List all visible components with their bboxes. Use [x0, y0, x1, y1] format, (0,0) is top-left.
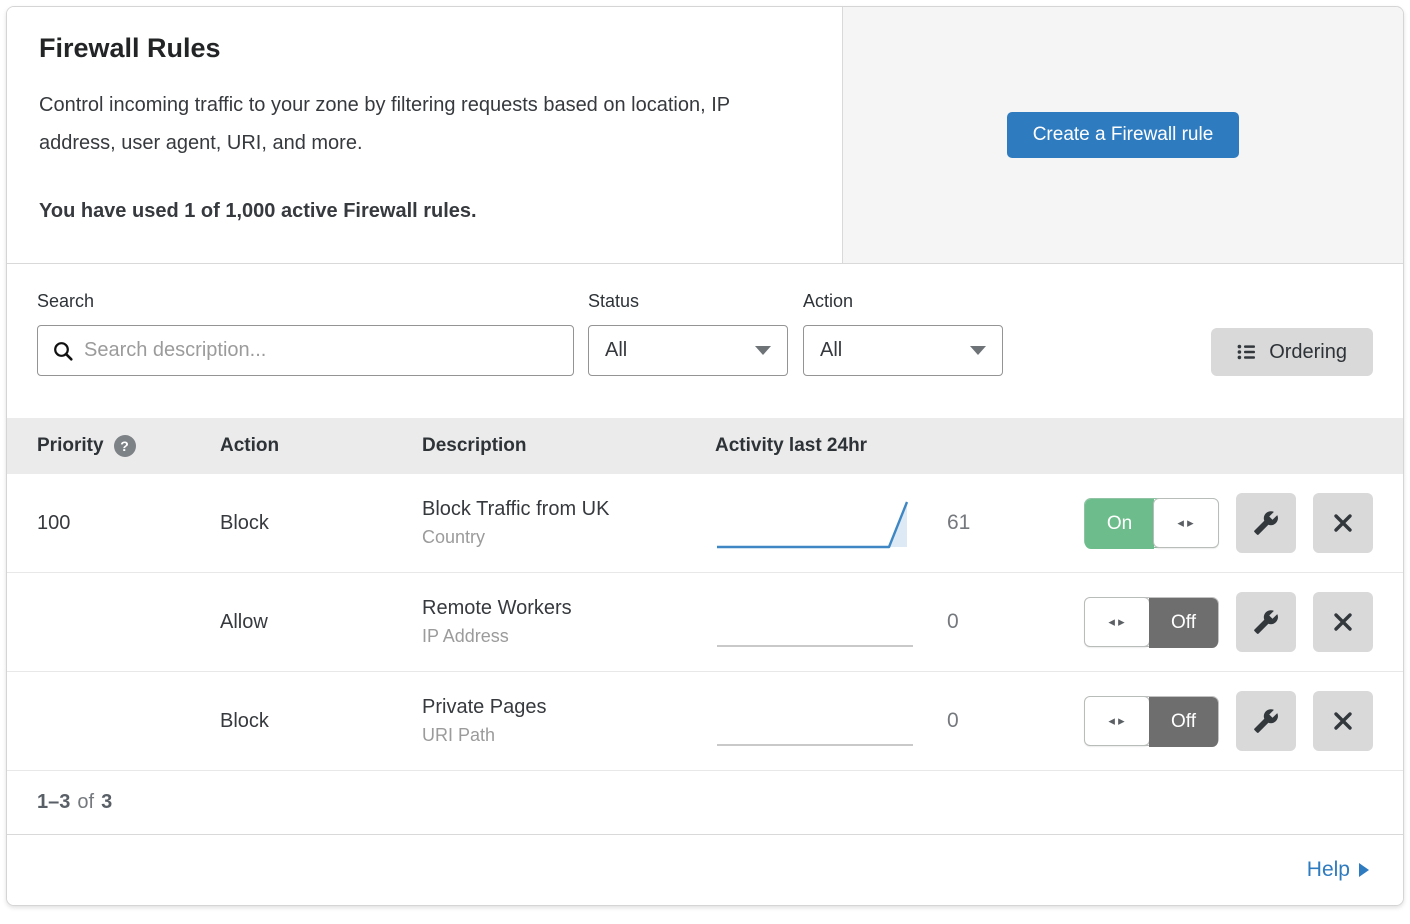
rule-activity-cell: 61 On ◂ ▸	[715, 493, 1373, 553]
rule-description-cell: Remote Workers IP Address	[422, 597, 715, 647]
rule-enabled-toggle[interactable]: On ◂ ▸	[1084, 498, 1219, 548]
rule-description: Remote Workers	[422, 597, 715, 620]
pagination-of-label: of	[77, 791, 94, 814]
list-ordering-icon	[1237, 343, 1257, 361]
toggle-state-label: Off	[1149, 598, 1218, 648]
column-action: Action	[220, 435, 422, 457]
status-select[interactable]: All	[588, 325, 788, 376]
rule-controls: ◂ ▸ Off	[1084, 592, 1373, 652]
action-label: Action	[803, 291, 1003, 312]
filter-bar: Search Status All Action All	[7, 264, 1403, 418]
rule-enabled-toggle[interactable]: ◂ ▸ Off	[1084, 597, 1219, 647]
rule-description-cell: Private Pages URI Path	[422, 696, 715, 746]
delete-rule-button[interactable]	[1313, 691, 1373, 751]
toggle-handle-icon: ◂ ▸	[1153, 498, 1219, 548]
page-title: Firewall Rules	[39, 33, 810, 64]
wrench-icon	[1253, 609, 1279, 635]
header-section: Firewall Rules Control incoming traffic …	[7, 7, 1403, 264]
chevron-right-icon	[1359, 863, 1369, 877]
toggle-state-label: On	[1085, 499, 1154, 549]
usage-note: You have used 1 of 1,000 active Firewall…	[39, 200, 810, 223]
activity-sparkline	[715, 692, 915, 750]
close-icon	[1331, 709, 1355, 733]
rule-match-type: Country	[422, 527, 715, 548]
rule-priority: 100	[37, 512, 220, 535]
chevron-down-icon	[970, 346, 986, 355]
status-label: Status	[588, 291, 788, 312]
create-firewall-rule-button[interactable]: Create a Firewall rule	[1007, 112, 1240, 158]
action-selected-value: All	[820, 339, 842, 362]
firewall-rules-card: Firewall Rules Control incoming traffic …	[6, 6, 1404, 906]
table-row: Block Private Pages URI Path 0 ◂ ▸ Off	[7, 672, 1403, 771]
search-input[interactable]	[84, 339, 559, 362]
pagination-bar: 1–3 of 3	[7, 771, 1403, 835]
rule-match-type: URI Path	[422, 725, 715, 746]
chevron-down-icon	[755, 346, 771, 355]
rule-action: Block	[220, 710, 422, 733]
ordering-button-label: Ordering	[1269, 341, 1347, 364]
action-select[interactable]: All	[803, 325, 1003, 376]
activity-sparkline	[715, 494, 915, 552]
rule-match-type: IP Address	[422, 626, 715, 647]
delete-rule-button[interactable]	[1313, 493, 1373, 553]
column-description: Description	[422, 435, 715, 457]
close-icon	[1331, 610, 1355, 634]
search-label: Search	[37, 291, 574, 312]
rule-enabled-toggle[interactable]: ◂ ▸ Off	[1084, 696, 1219, 746]
table-row: Allow Remote Workers IP Address 0 ◂ ▸ Of…	[7, 573, 1403, 672]
search-group: Search	[37, 291, 574, 376]
rule-controls: On ◂ ▸	[1084, 493, 1373, 553]
ordering-button[interactable]: Ordering	[1211, 328, 1373, 376]
edit-rule-button[interactable]	[1236, 592, 1296, 652]
rule-action: Allow	[220, 611, 422, 634]
activity-count: 61	[947, 511, 970, 535]
edit-rule-button[interactable]	[1236, 493, 1296, 553]
activity-count: 0	[947, 610, 959, 634]
rule-description: Block Traffic from UK	[422, 498, 715, 521]
page-description: Control incoming traffic to your zone by…	[39, 86, 804, 162]
status-selected-value: All	[605, 339, 627, 362]
toggle-state-label: Off	[1149, 697, 1218, 747]
table-row: 100 Block Block Traffic from UK Country …	[7, 474, 1403, 573]
edit-rule-button[interactable]	[1236, 691, 1296, 751]
header-action-panel: Create a Firewall rule	[843, 7, 1403, 263]
help-link[interactable]: Help	[1307, 858, 1369, 882]
close-icon	[1331, 511, 1355, 535]
pagination-total: 3	[101, 791, 112, 814]
delete-rule-button[interactable]	[1313, 592, 1373, 652]
priority-column-label: Priority	[37, 435, 104, 457]
search-box[interactable]	[37, 325, 574, 376]
column-priority: Priority ?	[37, 435, 220, 457]
activity-count: 0	[947, 709, 959, 733]
status-group: Status All	[588, 291, 788, 376]
help-bar: Help	[7, 835, 1403, 905]
header-text-panel: Firewall Rules Control incoming traffic …	[7, 7, 843, 263]
toggle-handle-icon: ◂ ▸	[1084, 696, 1150, 746]
pagination-range: 1–3	[37, 791, 70, 814]
priority-help-icon[interactable]: ?	[114, 435, 136, 457]
action-group: Action All	[803, 291, 1003, 376]
rule-activity-cell: 0 ◂ ▸ Off	[715, 592, 1373, 652]
wrench-icon	[1253, 510, 1279, 536]
help-link-label: Help	[1307, 858, 1350, 882]
activity-sparkline	[715, 593, 915, 651]
rule-description-cell: Block Traffic from UK Country	[422, 498, 715, 548]
rule-controls: ◂ ▸ Off	[1084, 691, 1373, 751]
table-header: Priority ? Action Description Activity l…	[7, 418, 1403, 474]
search-icon	[52, 340, 74, 362]
rule-description: Private Pages	[422, 696, 715, 719]
wrench-icon	[1253, 708, 1279, 734]
rule-activity-cell: 0 ◂ ▸ Off	[715, 691, 1373, 751]
column-activity: Activity last 24hr	[715, 435, 1373, 457]
toggle-handle-icon: ◂ ▸	[1084, 597, 1150, 647]
rule-action: Block	[220, 512, 422, 535]
